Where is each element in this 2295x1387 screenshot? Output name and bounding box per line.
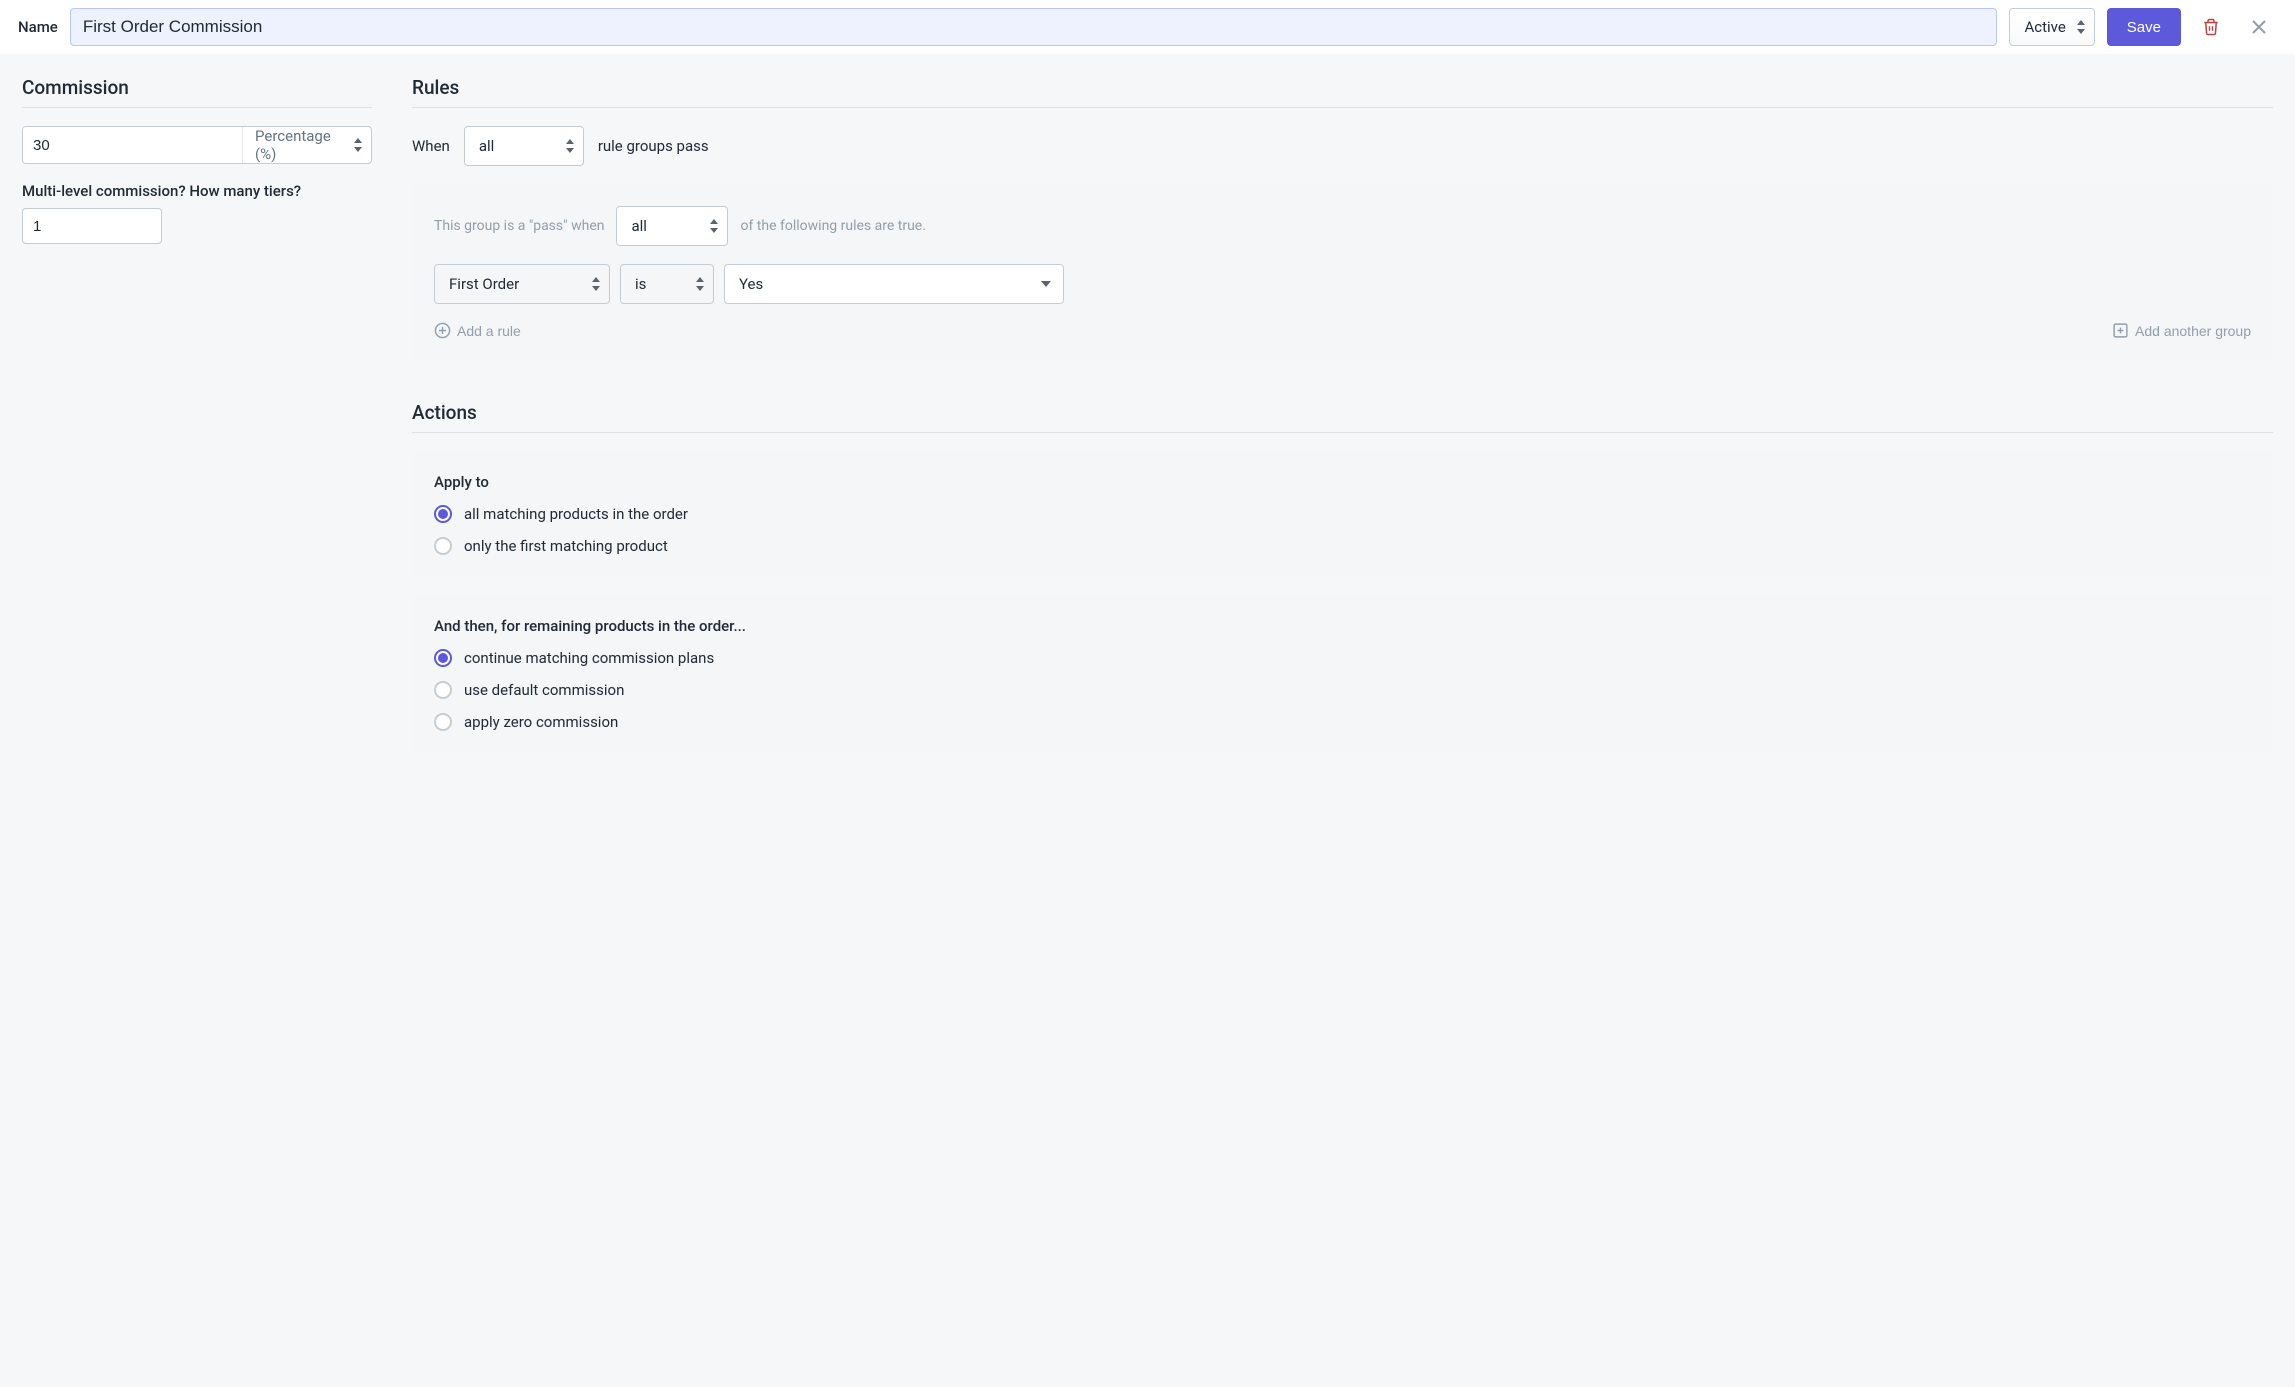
when-mode-value: all xyxy=(479,137,494,155)
group-mode-select[interactable]: all xyxy=(616,206,728,246)
group-suffix: of the following rules are true. xyxy=(740,218,925,234)
commission-name-input[interactable] xyxy=(70,8,1998,46)
close-button[interactable] xyxy=(2241,9,2277,45)
then-option-default[interactable]: use default commission xyxy=(434,681,2251,699)
then-label: And then, for remaining products in the … xyxy=(434,617,2251,635)
then-group: And then, for remaining products in the … xyxy=(412,595,2273,753)
trash-icon xyxy=(2202,18,2220,36)
then-option-zero[interactable]: apply zero commission xyxy=(434,713,2251,731)
status-select[interactable]: Active xyxy=(2009,8,2094,46)
radio-icon xyxy=(434,649,452,667)
save-button[interactable]: Save xyxy=(2107,8,2181,46)
commission-amount-row: Percentage (%) xyxy=(22,126,372,164)
rule-row: First Order is Yes xyxy=(434,264,2251,304)
rule-operator-value: is xyxy=(635,275,646,293)
chevron-down-icon xyxy=(1041,281,1051,287)
rule-operator-select[interactable]: is xyxy=(620,264,714,304)
chevron-up-down-icon xyxy=(591,277,601,291)
close-icon xyxy=(2251,19,2267,35)
apply-to-option-first[interactable]: only the first matching product xyxy=(434,537,2251,555)
rule-field-select[interactable]: First Order xyxy=(434,264,610,304)
group-mode-value: all xyxy=(631,217,646,235)
add-rule-label: Add a rule xyxy=(457,323,521,339)
commission-type-label: Percentage (%) xyxy=(255,127,343,163)
commission-value-input[interactable] xyxy=(23,127,242,163)
rule-group: This group is a "pass" when all of the f… xyxy=(412,184,2273,361)
group-prefix: This group is a "pass" when xyxy=(434,218,604,234)
radio-icon xyxy=(434,505,452,523)
rule-value: Yes xyxy=(739,275,763,293)
name-label: Name xyxy=(18,18,58,36)
radio-label: continue matching commission plans xyxy=(464,649,714,667)
rules-section-title: Rules xyxy=(412,76,2273,108)
chevron-up-down-icon xyxy=(565,139,575,153)
add-group-label: Add another group xyxy=(2135,323,2251,339)
tiers-input[interactable] xyxy=(22,208,162,244)
tiers-label: Multi-level commission? How many tiers? xyxy=(22,182,372,200)
chevron-up-down-icon xyxy=(709,219,719,233)
radio-icon xyxy=(434,537,452,555)
plus-square-icon xyxy=(2112,322,2129,339)
apply-to-group: Apply to all matching products in the or… xyxy=(412,451,2273,577)
commission-type-select[interactable]: Percentage (%) xyxy=(242,127,371,163)
add-rule-button[interactable]: Add a rule xyxy=(434,322,521,339)
delete-button[interactable] xyxy=(2193,9,2229,45)
chevron-up-down-icon xyxy=(695,277,705,291)
radio-icon xyxy=(434,681,452,699)
radio-icon xyxy=(434,713,452,731)
rule-field-value: First Order xyxy=(449,275,519,293)
add-group-button[interactable]: Add another group xyxy=(2112,322,2251,339)
apply-to-option-all[interactable]: all matching products in the order xyxy=(434,505,2251,523)
apply-to-label: Apply to xyxy=(434,473,2251,491)
chevron-up-down-icon xyxy=(353,138,363,152)
then-option-continue[interactable]: continue matching commission plans xyxy=(434,649,2251,667)
status-value: Active xyxy=(2024,18,2065,36)
rules-when-row: When all rule groups pass xyxy=(412,126,2273,166)
radio-label: only the first matching product xyxy=(464,537,668,555)
actions-section-title: Actions xyxy=(412,401,2273,433)
radio-label: use default commission xyxy=(464,681,624,699)
chevron-up-down-icon xyxy=(2076,20,2086,34)
radio-label: apply zero commission xyxy=(464,713,618,731)
when-label: When xyxy=(412,137,450,155)
when-suffix: rule groups pass xyxy=(598,137,709,155)
rule-value-select[interactable]: Yes xyxy=(724,264,1064,304)
when-mode-select[interactable]: all xyxy=(464,126,584,166)
plus-circle-icon xyxy=(434,322,451,339)
commission-section-title: Commission xyxy=(22,76,372,108)
radio-label: all matching products in the order xyxy=(464,505,688,523)
